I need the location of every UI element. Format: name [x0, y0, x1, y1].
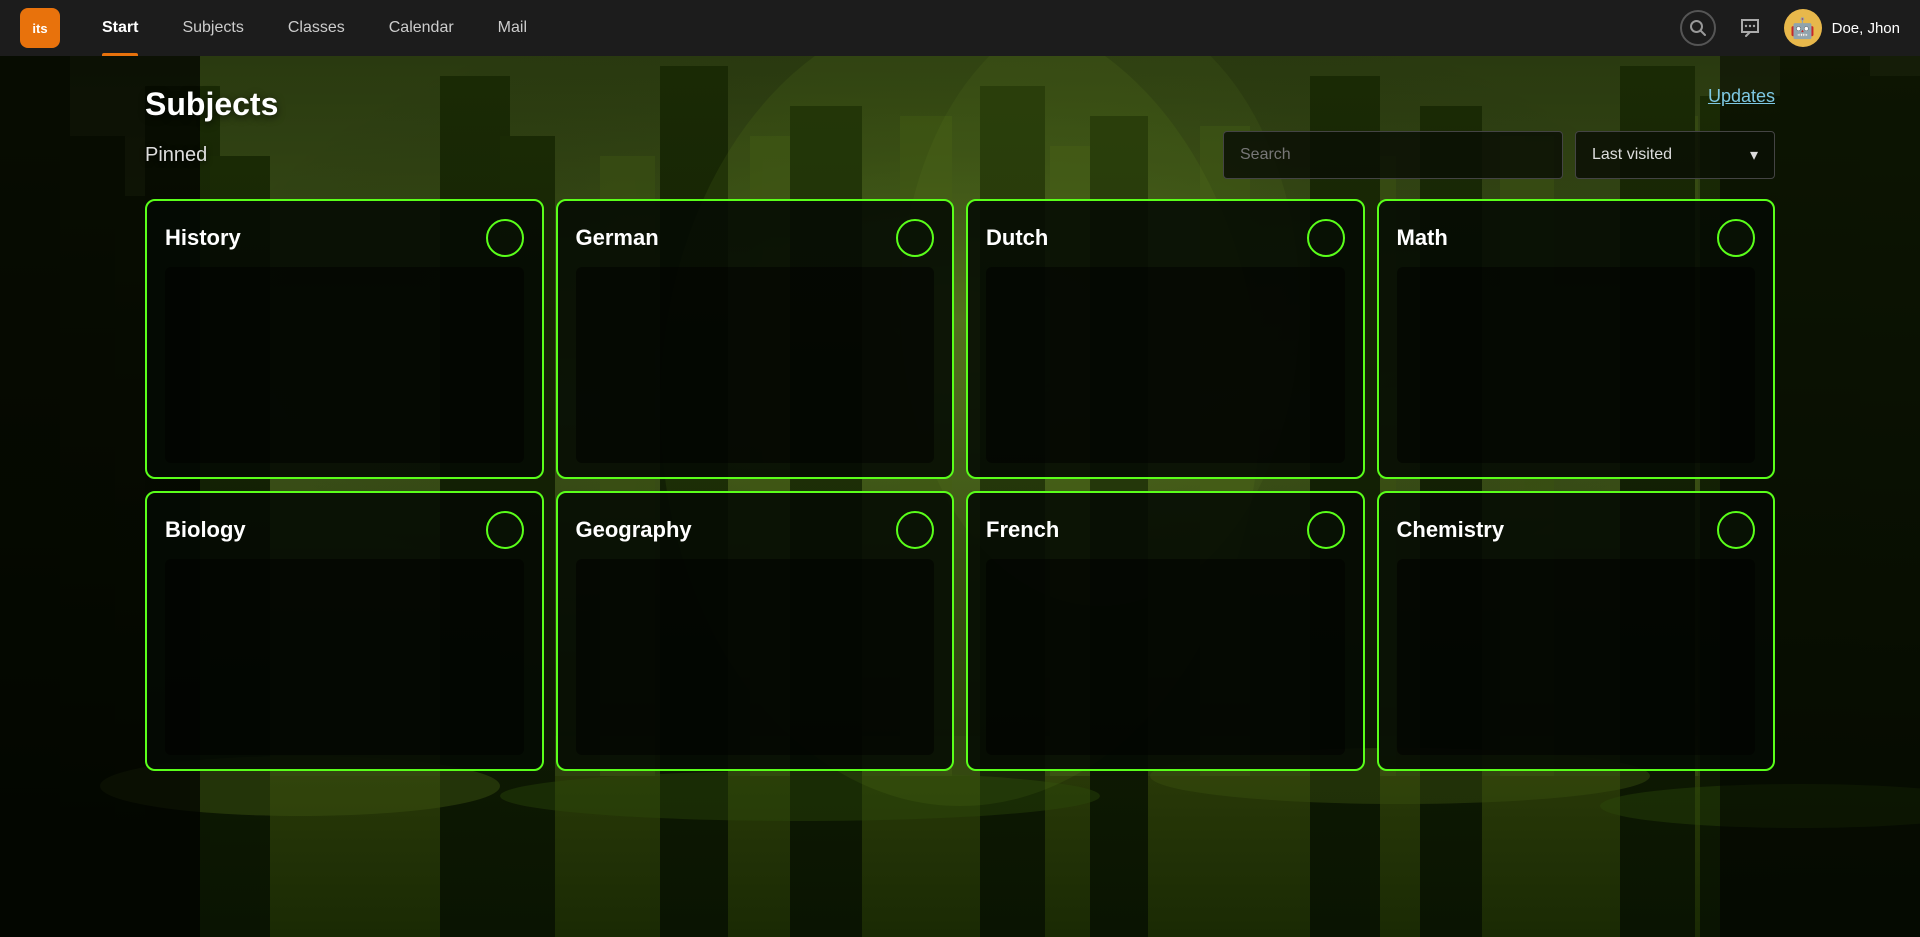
subject-card-chemistry[interactable]: Chemistry [1377, 491, 1776, 771]
subject-card-geography[interactable]: Geography [556, 491, 955, 771]
nav-item-classes[interactable]: Classes [266, 0, 367, 56]
nav-item-mail[interactable]: Mail [476, 0, 549, 56]
subject-name-history: History [165, 225, 241, 251]
subject-card-french[interactable]: French [966, 491, 1365, 771]
pin-circle-german[interactable] [896, 219, 934, 257]
chat-icon-button[interactable] [1732, 10, 1768, 46]
pin-circle-math[interactable] [1717, 219, 1755, 257]
controls-area: Last visited ▾ [1223, 131, 1775, 179]
subject-name-chemistry: Chemistry [1397, 517, 1505, 543]
avatar-emoji: 🤖 [1790, 16, 1815, 41]
subject-card-header-french: French [986, 511, 1345, 549]
pin-circle-biology[interactable] [486, 511, 524, 549]
subject-name-french: French [986, 517, 1059, 543]
pin-circle-history[interactable] [486, 219, 524, 257]
page-title: Subjects [145, 86, 278, 123]
nav-item-subjects[interactable]: Subjects [160, 0, 265, 56]
nav-item-start[interactable]: Start [80, 0, 160, 56]
subject-card-body-biology [165, 559, 524, 755]
sub-header: Pinned Last visited ▾ [145, 131, 1775, 179]
avatar: 🤖 [1784, 9, 1822, 47]
subject-card-header-dutch: Dutch [986, 219, 1345, 257]
subject-card-body-math [1397, 267, 1756, 463]
subject-card-german[interactable]: German [556, 199, 955, 479]
subject-card-body-geography [576, 559, 935, 755]
subject-name-math: Math [1397, 225, 1448, 251]
subject-card-header-biology: Biology [165, 511, 524, 549]
subject-card-header-chemistry: Chemistry [1397, 511, 1756, 549]
navbar: its Start Subjects Classes Calendar Mail… [0, 0, 1920, 56]
subject-card-biology[interactable]: Biology [145, 491, 544, 771]
subject-card-math[interactable]: Math [1377, 199, 1776, 479]
main-content: Subjects Updates Pinned Last visited ▾ H… [0, 56, 1920, 937]
last-visited-button[interactable]: Last visited ▾ [1575, 131, 1775, 179]
search-icon-button[interactable] [1680, 10, 1716, 46]
page-content: Subjects Updates Pinned Last visited ▾ H… [0, 56, 1920, 937]
subject-card-header-math: Math [1397, 219, 1756, 257]
user-avatar-button[interactable]: 🤖 Doe, Jhon [1784, 9, 1900, 47]
subject-card-body-french [986, 559, 1345, 755]
subjects-grid: History German Dutch Math Bi [145, 199, 1775, 771]
subject-card-body-history [165, 267, 524, 463]
pinned-label: Pinned [145, 144, 207, 167]
subject-card-dutch[interactable]: Dutch [966, 199, 1365, 479]
subject-name-german: German [576, 225, 659, 251]
subject-card-header-geography: Geography [576, 511, 935, 549]
search-input[interactable] [1223, 131, 1563, 179]
pin-circle-dutch[interactable] [1307, 219, 1345, 257]
user-name: Doe, Jhon [1832, 20, 1900, 37]
last-visited-label: Last visited [1592, 146, 1672, 164]
updates-link[interactable]: Updates [1708, 86, 1775, 107]
subject-name-dutch: Dutch [986, 225, 1048, 251]
page-header: Subjects Updates [145, 86, 1775, 123]
subject-card-history[interactable]: History [145, 199, 544, 479]
subject-card-body-chemistry [1397, 559, 1756, 755]
subject-card-body-german [576, 267, 935, 463]
subject-name-biology: Biology [165, 517, 246, 543]
pin-circle-chemistry[interactable] [1717, 511, 1755, 549]
chevron-down-icon: ▾ [1750, 145, 1758, 165]
subject-card-header-german: German [576, 219, 935, 257]
pin-circle-geography[interactable] [896, 511, 934, 549]
app-logo[interactable]: its [20, 8, 60, 48]
subject-name-geography: Geography [576, 517, 692, 543]
subject-card-header-history: History [165, 219, 524, 257]
pin-circle-french[interactable] [1307, 511, 1345, 549]
subject-card-body-dutch [986, 267, 1345, 463]
nav-item-calendar[interactable]: Calendar [367, 0, 476, 56]
